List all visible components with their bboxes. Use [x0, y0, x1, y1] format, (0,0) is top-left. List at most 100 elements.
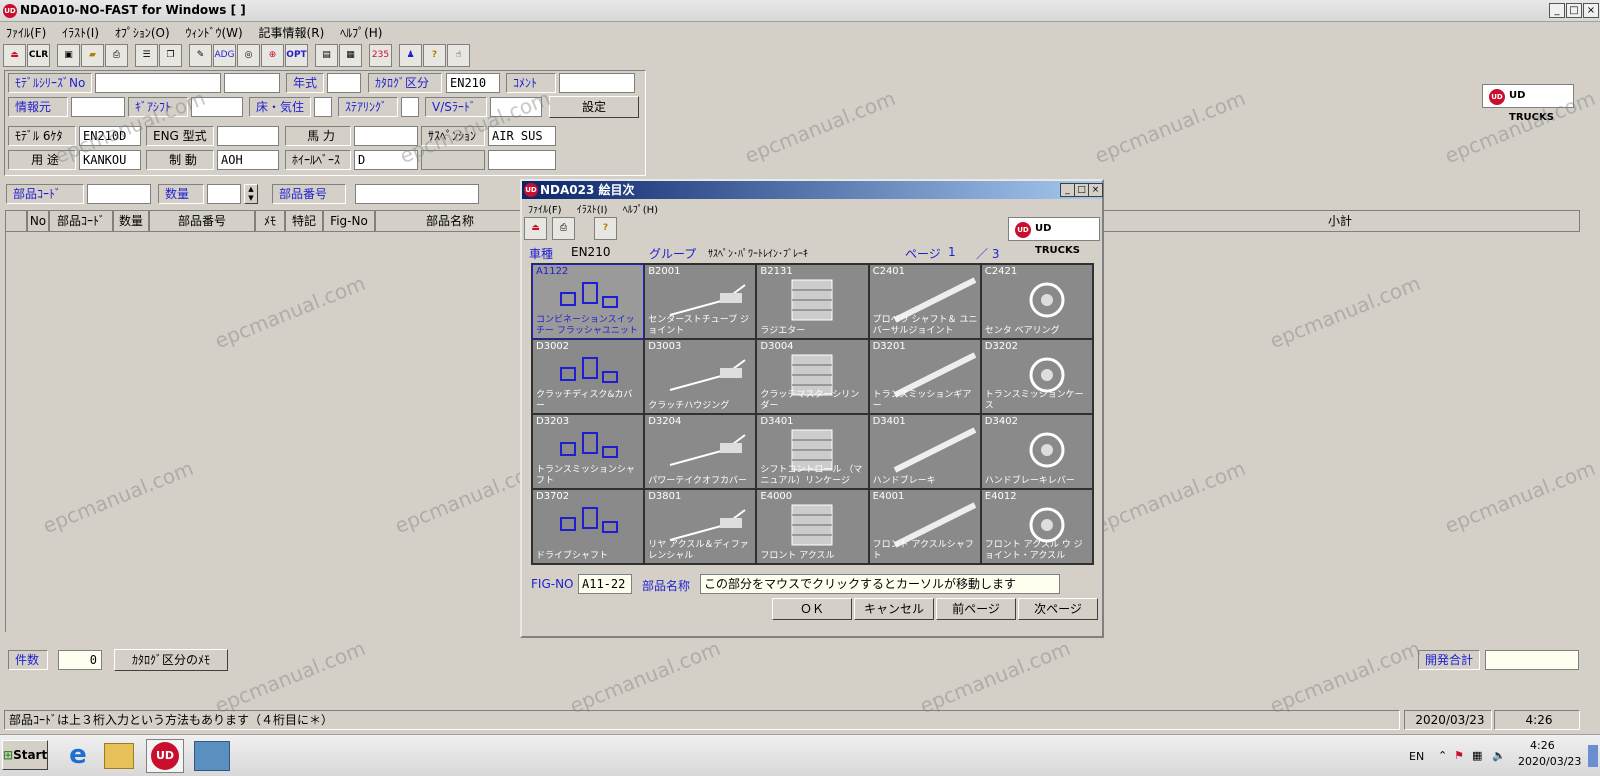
menu-file[interactable]: ﾌｧｲﾙ(F) [0, 22, 52, 43]
ok-button[interactable]: ＯＫ [772, 598, 852, 620]
catalog-memo-button[interactable]: ｶﾀﾛｸﾞ区分のﾒﾓ [114, 649, 228, 671]
illustration-thumb[interactable]: E4000 フロント アクスル [757, 490, 868, 563]
network-icon[interactable]: ▦ [1472, 749, 1482, 762]
ie-icon[interactable]: e [62, 740, 94, 772]
col-memo[interactable]: ﾒﾓ [255, 210, 285, 232]
steering-field[interactable] [401, 97, 419, 117]
gear-field[interactable] [191, 97, 243, 117]
illustration-thumb[interactable]: D3202 トランスミッションケース [981, 340, 1092, 413]
pointer-icon[interactable]: ☝ [447, 44, 470, 67]
illustration-thumb[interactable]: D3401 シフトコントロール （マニュアル）リンケージ [757, 415, 868, 488]
illustration-thumb[interactable]: D3201 トランスミッションギアー [869, 340, 980, 413]
dialog-minimize-button[interactable]: _ [1060, 183, 1075, 197]
qty-spinner[interactable]: ▲ ▼ [244, 184, 258, 204]
illustration-thumb[interactable]: D3203 トランスミッションシャフト [533, 415, 644, 488]
next-page-button[interactable]: 次ページ [1018, 598, 1098, 620]
floor-field[interactable] [314, 97, 332, 117]
illustration-thumb[interactable]: D3204 パワーテイクオフカバー [645, 415, 756, 488]
maximize-button[interactable]: □ [1566, 3, 1582, 18]
set-button[interactable]: 設定 [549, 96, 639, 118]
show-desktop-button[interactable] [1588, 745, 1598, 767]
model-series-field-2[interactable] [224, 73, 280, 93]
part-code-field[interactable] [87, 184, 151, 204]
dialog-maximize-button[interactable]: □ [1074, 183, 1089, 197]
adg-button[interactable]: ADG [213, 44, 236, 67]
source-field[interactable] [71, 97, 125, 117]
opt-button[interactable]: OPT [285, 44, 308, 67]
year-field[interactable] [327, 73, 361, 93]
illustration-thumb[interactable]: D3702 ドライブシャフト [533, 490, 644, 563]
users-icon[interactable]: ♟ [399, 44, 422, 67]
vs-field[interactable] [490, 97, 542, 117]
save-icon[interactable]: ▣ [57, 44, 80, 67]
suspension-field[interactable]: AIR SUS [488, 126, 556, 146]
document-icon[interactable]: ▦ [339, 44, 362, 67]
qty-field[interactable] [207, 184, 241, 204]
illustration-thumb[interactable]: D3401 ハンドブレーキ [869, 415, 980, 488]
col-note[interactable]: 特記 [285, 210, 323, 232]
dialog-help-icon[interactable]: ? [594, 217, 617, 240]
clear-button[interactable]: CLR [27, 44, 50, 67]
col-part-no[interactable]: 部品番号 [149, 210, 255, 232]
col-part-name[interactable]: 部品名称 [375, 210, 525, 232]
tray-expand-icon[interactable]: ⌃ [1438, 749, 1447, 762]
print-icon[interactable]: ⎙ [105, 44, 128, 67]
illustration-thumb[interactable]: D3801 リヤ アクスル＆ディファレンシャル [645, 490, 756, 563]
dialog-exit-icon[interactable]: ⏏ [524, 217, 547, 240]
menu-illust[interactable]: ｲﾗｽﾄ(I) [56, 22, 105, 43]
model6-field[interactable]: EN210D [79, 126, 141, 146]
number-button[interactable]: 235 [369, 44, 392, 67]
illustration-thumb[interactable]: C2421 センタ ベアリング [981, 265, 1092, 338]
fig-no-field[interactable]: A11-22 [578, 574, 632, 594]
minimize-button[interactable]: _ [1549, 3, 1565, 18]
close-button[interactable]: × [1583, 3, 1599, 18]
start-button[interactable]: ⊞Start [2, 740, 48, 770]
part-no-field[interactable] [355, 184, 479, 204]
illustration-thumb[interactable]: A1122 コンビネーションスイッチー フラッシャユニット [531, 264, 645, 339]
illustration-thumb[interactable]: D3003 クラッチハウジング [645, 340, 756, 413]
tool-icon[interactable]: ✎ [189, 44, 212, 67]
extra-field[interactable] [488, 150, 556, 170]
illustration-thumb[interactable]: C2401 プロペラ シャフト＆ ユニバーサルジョイント [869, 265, 980, 338]
view-icon[interactable]: ◎ [237, 44, 260, 67]
book-icon[interactable]: ▤ [315, 44, 338, 67]
menu-window[interactable]: ｳｨﾝﾄﾞｳ(W) [179, 22, 248, 43]
model-series-field[interactable] [95, 73, 221, 93]
eng-field[interactable] [217, 126, 279, 146]
illustration-thumb[interactable]: D3002 クラッチディスク&カバー [533, 340, 644, 413]
language-indicator[interactable]: EN [1409, 750, 1424, 763]
open-folder-icon[interactable]: ▰ [81, 44, 104, 67]
remote-desktop-icon[interactable] [194, 741, 230, 771]
dialog-close-button[interactable]: × [1088, 183, 1103, 197]
comment-field[interactable] [559, 73, 635, 93]
volume-icon[interactable]: 🔈 [1492, 749, 1506, 762]
illustration-thumb[interactable]: B2001 センターストチューブ ジョイント [645, 265, 756, 338]
clock-time[interactable]: 4:26 [1530, 739, 1555, 752]
col-qty[interactable]: 数量 [113, 210, 149, 232]
illustration-thumb[interactable]: D3402 ハンドブレーキレバー [981, 415, 1092, 488]
part-name-field[interactable]: この部分をマウスでクリックするとカーソルが移動します [700, 574, 1060, 594]
dialog-menu-illust[interactable]: ｲﾗｽﾄ(I) [571, 200, 614, 217]
wheelbase-field[interactable]: D [354, 150, 418, 170]
menu-option[interactable]: ｵﾌﾟｼｮﾝ(O) [109, 22, 176, 43]
col-fig-no[interactable]: Fig-No [323, 210, 375, 232]
copy-icon[interactable]: ❐ [159, 44, 182, 67]
list-icon[interactable]: ☰ [135, 44, 158, 67]
target-icon[interactable]: ⊕ [261, 44, 284, 67]
col-subtotal[interactable]: 小計 [1100, 210, 1580, 232]
illustration-thumb[interactable]: D3004 クラッチマスターシリンダー [757, 340, 868, 413]
action-center-icon[interactable]: ⚑ [1454, 749, 1464, 762]
prev-page-button[interactable]: 前ページ [936, 598, 1016, 620]
dialog-menu-help[interactable]: ﾍﾙﾌﾟ(H) [617, 200, 664, 217]
col-no[interactable]: No [27, 210, 49, 232]
explorer-icon[interactable] [104, 743, 134, 769]
illustration-thumb[interactable]: E4012 フロント アクスル ウ ジョイント・アクスル [981, 490, 1092, 563]
ud-app-taskbar-button[interactable]: UD [146, 739, 184, 773]
menu-help[interactable]: ﾍﾙﾌﾟ(H) [334, 22, 388, 43]
catalog-field[interactable]: EN210 [446, 73, 500, 93]
usage-field[interactable]: KANKOU [79, 150, 141, 170]
help-icon[interactable]: ? [423, 44, 446, 67]
dialog-print-icon[interactable]: ⎙ [552, 217, 575, 240]
col-part-code[interactable]: 部品ｺｰﾄﾞ [49, 210, 113, 232]
dialog-menu-file[interactable]: ﾌｧｲﾙ(F) [522, 200, 568, 217]
